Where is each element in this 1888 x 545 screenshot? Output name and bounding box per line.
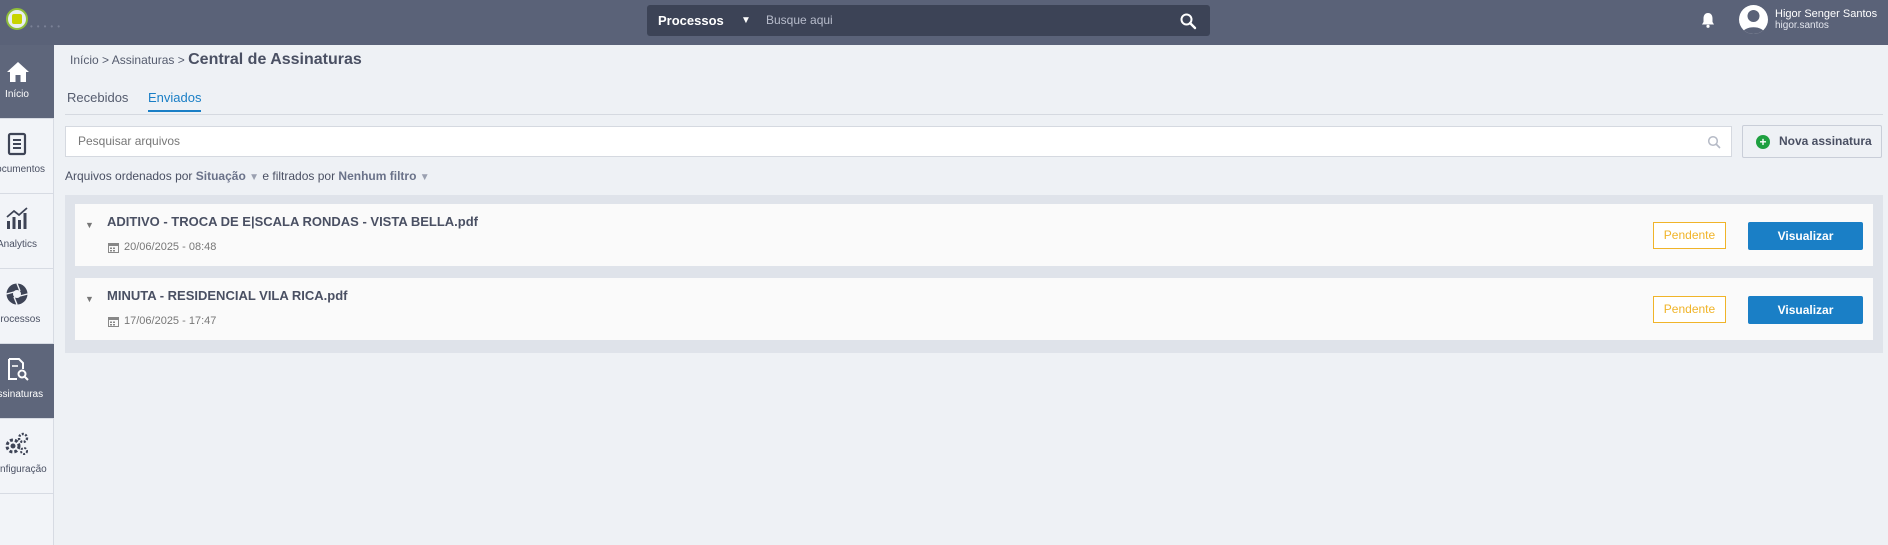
search-category-label: Processos bbox=[658, 13, 724, 28]
sort-filter-line: Arquivos ordenados por Situação ▼ e filt… bbox=[65, 169, 430, 183]
document-icon bbox=[7, 132, 27, 156]
file-date: 20/06/2025 - 08:48 bbox=[124, 241, 217, 253]
signature-icon bbox=[8, 358, 29, 381]
sort-middle: e filtrados por bbox=[262, 169, 336, 183]
sort-order-value: Situação bbox=[195, 169, 246, 183]
breadcrumb-home[interactable]: Início bbox=[70, 53, 99, 67]
home-icon bbox=[7, 62, 29, 82]
sidebar-item-label: Configuração bbox=[0, 464, 47, 475]
sidebar-item-documentos[interactable]: Documentos bbox=[0, 119, 54, 194]
sidebar-item-processos[interactable]: Processos bbox=[0, 269, 54, 344]
user-silhouette-icon bbox=[1742, 10, 1765, 34]
notification-bell-icon[interactable] bbox=[1699, 11, 1717, 29]
tab-bar: Recebidos Enviados bbox=[65, 88, 1883, 115]
filter-dropdown[interactable]: Nenhum filtro ▼ bbox=[338, 169, 429, 183]
caret-down-icon: ▼ bbox=[249, 172, 260, 183]
list-item[interactable]: ▼ MINUTA - RESIDENCIAL VILA RICA.pdf 17/… bbox=[75, 278, 1873, 340]
sidebar-item-inicio[interactable]: Início bbox=[0, 45, 54, 119]
new-signature-button[interactable]: + Nova assinatura bbox=[1742, 125, 1882, 158]
sort-prefix: Arquivos ordenados por bbox=[65, 169, 193, 183]
global-search-placeholder: Busque aqui bbox=[766, 13, 833, 27]
aperture-icon bbox=[6, 283, 28, 305]
breadcrumb: Início > Assinaturas > Central de Assina… bbox=[70, 51, 362, 69]
global-search-input[interactable]: Busque aqui bbox=[760, 5, 1160, 36]
breadcrumb-parent[interactable]: Assinaturas bbox=[112, 53, 175, 67]
sort-order-dropdown[interactable]: Situação ▼ bbox=[196, 169, 259, 183]
list-item[interactable]: ▼ ADITIVO - TROCA DE E|SCALA RONDAS - VI… bbox=[75, 204, 1873, 266]
logo-mark bbox=[12, 14, 22, 24]
app-logo[interactable] bbox=[6, 8, 28, 30]
expand-arrow-icon[interactable]: ▼ bbox=[85, 220, 94, 230]
caret-down-icon: ▼ bbox=[419, 172, 430, 183]
expand-arrow-icon[interactable]: ▼ bbox=[85, 294, 94, 304]
files-search-input[interactable]: Pesquisar arquivos bbox=[65, 126, 1732, 157]
logo-dots: ••••• bbox=[30, 22, 65, 31]
top-bar: ••••• Processos ▼ Busque aqui Higor Seng… bbox=[0, 0, 1888, 45]
page-title: Central de Assinaturas bbox=[188, 51, 362, 68]
search-icon[interactable] bbox=[1179, 12, 1197, 30]
files-search-placeholder: Pesquisar arquivos bbox=[78, 134, 181, 148]
calendar-icon bbox=[108, 317, 119, 327]
status-badge: Pendente bbox=[1653, 222, 1726, 249]
file-name[interactable]: MINUTA - RESIDENCIAL VILA RICA.pdf bbox=[107, 288, 348, 303]
breadcrumb-separator: > bbox=[102, 53, 112, 67]
sidebar-item-assinaturas[interactable]: Assinaturas bbox=[0, 344, 54, 419]
global-search: Processos ▼ Busque aqui bbox=[647, 5, 1210, 36]
add-circle-icon: + bbox=[1756, 135, 1770, 149]
sidebar-item-label: Assinaturas bbox=[0, 389, 44, 400]
sidebar-item-analytics[interactable]: Analytics bbox=[0, 194, 54, 269]
sidebar-item-label: Analytics bbox=[0, 239, 37, 250]
sidebar-item-label: Processos bbox=[0, 314, 41, 325]
view-button[interactable]: Visualizar bbox=[1748, 222, 1863, 250]
tab-recebidos[interactable]: Recebidos bbox=[67, 90, 128, 105]
gears-icon bbox=[5, 432, 29, 455]
user-login: higor.santos bbox=[1775, 20, 1829, 31]
file-date: 17/06/2025 - 17:47 bbox=[124, 315, 217, 327]
search-icon bbox=[1707, 135, 1721, 149]
user-name[interactable]: Higor Senger Santos bbox=[1775, 8, 1877, 20]
sidebar-item-label: Início bbox=[5, 89, 29, 100]
user-avatar[interactable] bbox=[1739, 5, 1768, 34]
breadcrumb-separator: > bbox=[177, 53, 189, 67]
tab-enviados[interactable]: Enviados bbox=[148, 90, 202, 112]
view-button[interactable]: Visualizar bbox=[1748, 296, 1863, 324]
sidebar: Início Documentos Analytics Proc bbox=[0, 45, 54, 545]
filter-value: Nenhum filtro bbox=[338, 169, 417, 183]
status-badge: Pendente bbox=[1653, 296, 1726, 323]
file-list: ▼ ADITIVO - TROCA DE E|SCALA RONDAS - VI… bbox=[65, 195, 1883, 353]
sidebar-item-label: Documentos bbox=[0, 164, 46, 175]
new-signature-label: Nova assinatura bbox=[1779, 134, 1872, 148]
chart-icon bbox=[6, 207, 28, 229]
file-name[interactable]: ADITIVO - TROCA DE E|SCALA RONDAS - VIST… bbox=[107, 214, 478, 229]
sidebar-item-configuracao[interactable]: Configuração bbox=[0, 419, 54, 494]
calendar-icon bbox=[108, 243, 119, 253]
caret-down-icon[interactable]: ▼ bbox=[741, 5, 751, 36]
